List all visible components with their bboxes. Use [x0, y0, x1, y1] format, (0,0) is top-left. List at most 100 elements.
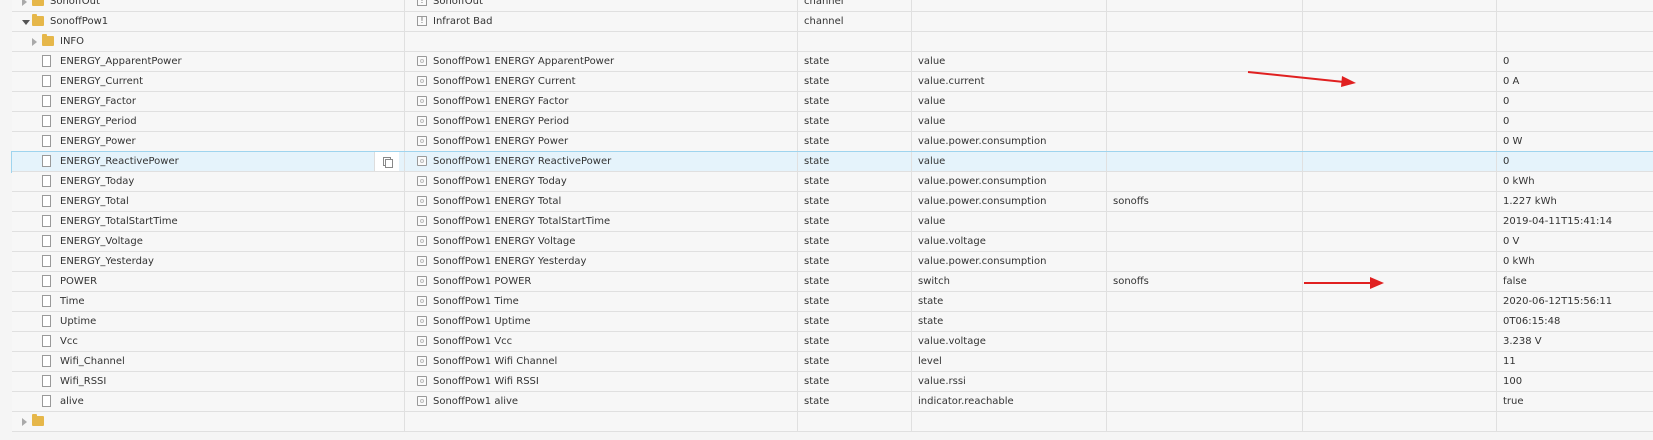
- cell-func: [1303, 172, 1497, 191]
- cell-name: SonoffPow1 ENERGY Today: [405, 172, 798, 191]
- cell-id[interactable]: [12, 412, 405, 431]
- id-text: SonoffPow1: [50, 16, 109, 27]
- tree-row[interactable]: Wifi_RSSI SonoffPow1 Wifi RSSI state value.…: [12, 372, 1653, 392]
- name-text: SonoffPow1 ENERGY Period: [433, 116, 570, 127]
- cell-id[interactable]: ENERGY_ReactivePower: [12, 152, 405, 171]
- tree-row[interactable]: Time SonoffPow1 Time state state 2020-06-12T…: [12, 292, 1653, 312]
- cell-id[interactable]: ENERGY_Period: [12, 112, 405, 131]
- cell-type: state: [798, 332, 912, 351]
- cell-id[interactable]: INFO: [12, 32, 405, 51]
- cell-room: [1107, 252, 1303, 271]
- cell-id[interactable]: ENERGY_Power: [12, 132, 405, 151]
- cell-id[interactable]: Time: [12, 292, 405, 311]
- tree-row[interactable]: Vcc SonoffPow1 Vcc state value.voltage 3.238…: [12, 332, 1653, 352]
- name-text: SonoffPow1 Time: [433, 296, 519, 307]
- role-text: value.power.consumption: [918, 256, 1047, 267]
- state-icon: [417, 176, 427, 186]
- id-text: ENERGY_Power: [60, 136, 136, 147]
- tree-row[interactable]: Uptime SonoffPow1 Uptime state state 0T06:15…: [12, 312, 1653, 332]
- cell-value: 0 A: [1497, 72, 1653, 91]
- cell-id[interactable]: ENERGY_Total: [12, 192, 405, 211]
- cell-id[interactable]: ENERGY_Factor: [12, 92, 405, 111]
- tree-row[interactable]: ENERGY_Factor SonoffPow1 ENERGY Factor sta…: [12, 92, 1653, 112]
- cell-id[interactable]: Uptime: [12, 312, 405, 331]
- tree-row[interactable]: ENERGY_Period SonoffPow1 ENERGY Period sta…: [12, 112, 1653, 132]
- tree-row[interactable]: POWER SonoffPow1 POWER state switch sonoffs f…: [12, 272, 1653, 292]
- cell-id[interactable]: ENERGY_Voltage: [12, 232, 405, 251]
- id-text: Wifi_Channel: [60, 356, 125, 367]
- tree-row[interactable]: SonoffOut! SonoffOut channel: [12, 0, 1653, 12]
- tree-row[interactable]: ENERGY_Current SonoffPow1 ENERGY Current s…: [12, 72, 1653, 92]
- tree-row[interactable]: ENERGY_Voltage SonoffPow1 ENERGY Voltage s…: [12, 232, 1653, 252]
- tree-row[interactable]: Wifi_Channel SonoffPow1 Wifi Channel state…: [12, 352, 1653, 372]
- cell-type: state: [798, 52, 912, 71]
- cell-id[interactable]: ENERGY_Today: [12, 172, 405, 191]
- value-text: 0 kWh: [1503, 256, 1535, 267]
- cell-room: [1107, 172, 1303, 191]
- tree-row[interactable]: ENERGY_Today SonoffPow1 ENERGY Today state…: [12, 172, 1653, 192]
- value-text: 11: [1503, 356, 1516, 367]
- tree-row[interactable]: ENERGY_ApparentPower SonoffPow1 ENERGY Ap…: [12, 52, 1653, 72]
- file-icon: [42, 195, 51, 207]
- cell-id[interactable]: ENERGY_TotalStartTime: [12, 212, 405, 231]
- copy-id-button[interactable]: [374, 152, 399, 171]
- expand-toggle-icon[interactable]: [32, 38, 37, 46]
- cell-func: [1303, 112, 1497, 131]
- tree-row[interactable]: ENERGY_Power SonoffPow1 ENERGY Power state…: [12, 132, 1653, 152]
- value-text: 0 W: [1503, 136, 1523, 147]
- tree-row[interactable]: ENERGY_Yesterday SonoffPow1 ENERGY Yester…: [12, 252, 1653, 272]
- file-icon: [42, 215, 51, 227]
- role-text: value.rssi: [918, 376, 966, 387]
- cell-id[interactable]: ENERGY_ApparentPower: [12, 52, 405, 71]
- file-icon: [42, 235, 51, 247]
- id-text: ENERGY_Factor: [60, 96, 137, 107]
- id-text: Vcc: [60, 336, 78, 347]
- cell-name: SonoffPow1 ENERGY Period: [405, 112, 798, 131]
- tree-row[interactable]: alive SonoffPow1 alive state indicator.reac…: [12, 392, 1653, 412]
- cell-value: 0: [1497, 52, 1653, 71]
- cell-value: 1.227 kWh: [1497, 192, 1653, 211]
- id-text: SonoffOut: [50, 0, 100, 7]
- cell-name: SonoffPow1 Vcc: [405, 332, 798, 351]
- expand-toggle-icon[interactable]: [22, 0, 27, 6]
- cell-id[interactable]: Vcc: [12, 332, 405, 351]
- cell-id[interactable]: POWER: [12, 272, 405, 291]
- tree-row[interactable]: ENERGY_TotalStartTime SonoffPow1 ENERGY T…: [12, 212, 1653, 232]
- cell-room: [1107, 112, 1303, 131]
- cell-id[interactable]: ENERGY_Yesterday: [12, 252, 405, 271]
- type-text: state: [804, 236, 830, 247]
- cell-role: value.current: [912, 72, 1107, 91]
- cell-id[interactable]: ENERGY_Current: [12, 72, 405, 91]
- tree-row[interactable]: INFO: [12, 32, 1653, 52]
- cell-type: state: [798, 132, 912, 151]
- tree-row[interactable]: SonoffPow1! Infrarot Bad channel: [12, 12, 1653, 32]
- cell-value: 0: [1497, 112, 1653, 131]
- cell-type: channel: [798, 12, 912, 31]
- cell-id[interactable]: Wifi_RSSI: [12, 372, 405, 391]
- cell-id[interactable]: SonoffPow1: [12, 12, 405, 31]
- expand-toggle-icon[interactable]: [22, 418, 27, 426]
- cell-func: [1303, 392, 1497, 411]
- cell-type: state: [798, 172, 912, 191]
- value-text: 100: [1503, 376, 1523, 387]
- collapse-toggle-icon[interactable]: [22, 20, 30, 25]
- tree-row[interactable]: ENERGY_Total SonoffPow1 ENERGY Total state…: [12, 192, 1653, 212]
- cell-room: [1107, 212, 1303, 231]
- cell-name: SonoffPow1 Uptime: [405, 312, 798, 331]
- cell-name: SonoffPow1 ENERGY ApparentPower: [405, 52, 798, 71]
- cell-value: 100: [1497, 372, 1653, 391]
- cell-role: value: [912, 212, 1107, 231]
- role-text: state: [918, 296, 944, 307]
- tree-row[interactable]: [12, 412, 1653, 432]
- tree-row[interactable]: ENERGY_ReactivePower SonoffPow1 ENERGY Re…: [11, 151, 1653, 173]
- file-icon: [42, 135, 51, 147]
- id-text: ENERGY_Total: [60, 196, 129, 207]
- cell-id[interactable]: SonoffOut: [12, 0, 405, 11]
- value-text: 0: [1503, 116, 1510, 127]
- cell-id[interactable]: alive: [12, 392, 405, 411]
- file-icon: [42, 155, 51, 167]
- value-text: 3.238 V: [1503, 336, 1542, 347]
- cell-value: 3.238 V: [1497, 332, 1653, 351]
- cell-id[interactable]: Wifi_Channel: [12, 352, 405, 371]
- name-text: SonoffPow1 Wifi Channel: [433, 356, 558, 367]
